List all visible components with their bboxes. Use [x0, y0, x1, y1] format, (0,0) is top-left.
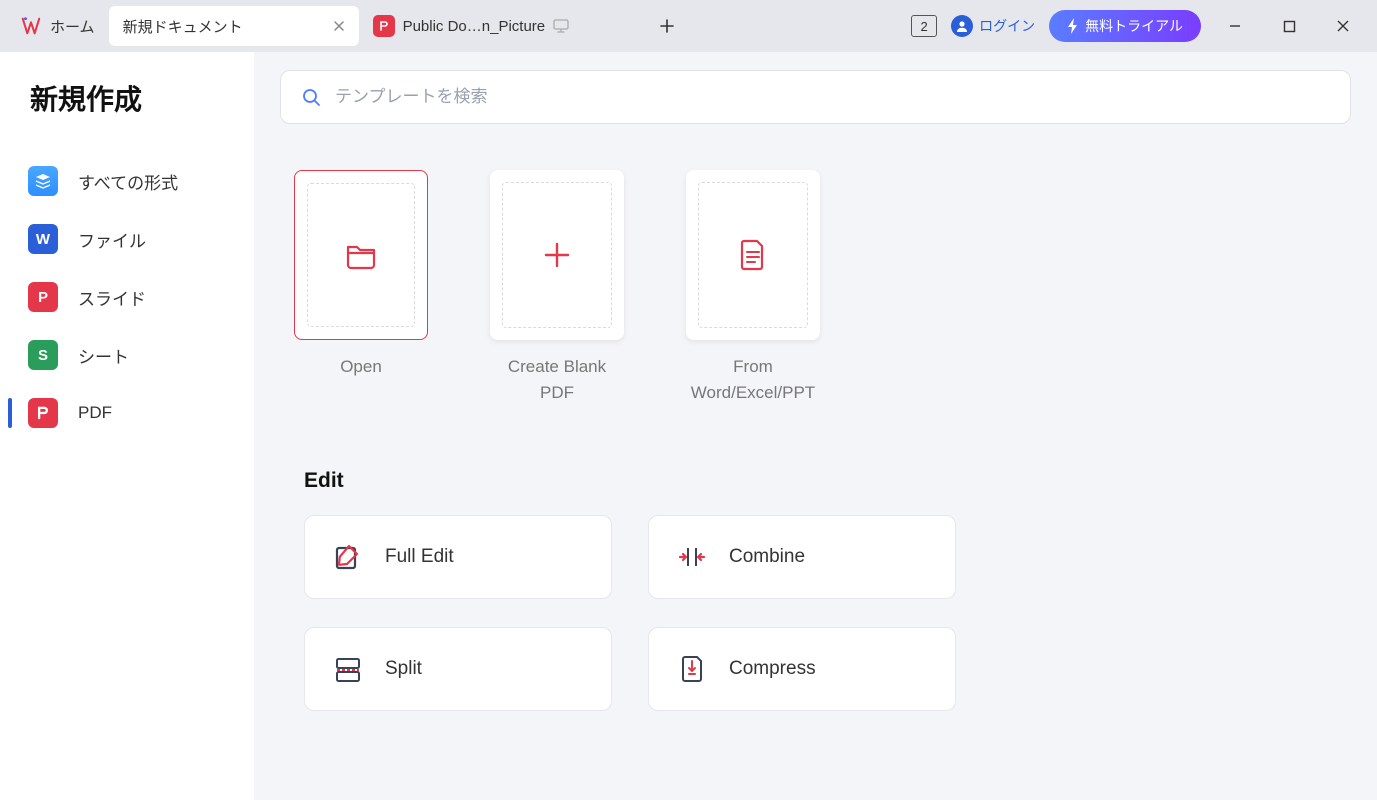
compress-icon — [677, 654, 707, 684]
close-icon[interactable] — [333, 20, 345, 32]
user-icon — [951, 15, 973, 37]
tool-grid: Full Edit Combine Split — [304, 515, 1367, 711]
tool-full-edit[interactable]: Full Edit — [304, 515, 612, 599]
tab-home-label: ホーム — [50, 16, 95, 37]
combine-icon — [677, 542, 707, 572]
tile-label: From Word/Excel/PPT — [686, 354, 820, 405]
tab-document[interactable]: Public Do…n_Picture — [359, 6, 609, 46]
pdf-icon — [28, 398, 58, 428]
tile-create-blank[interactable]: Create Blank PDF — [490, 170, 624, 405]
sidebar-item-label: すべての形式 — [78, 169, 178, 194]
tool-label: Split — [385, 658, 422, 680]
free-trial-button[interactable]: 無料トライアル — [1049, 10, 1201, 42]
sidebar: 新規作成 すべての形式 W ファイル P スライド S シート PDF — [0, 52, 254, 800]
tab-document-label: Public Do…n_Picture — [403, 18, 546, 35]
tool-label: Compress — [729, 658, 816, 680]
page-title: 新規作成 — [0, 78, 254, 152]
lightning-icon — [1067, 18, 1079, 34]
tile-label: Open — [294, 354, 428, 380]
wps-logo-icon — [20, 15, 42, 37]
tab-new-document[interactable]: 新規ドキュメント — [109, 6, 359, 46]
document-icon — [738, 238, 768, 272]
tool-label: Combine — [729, 546, 805, 568]
tile-open[interactable]: Open — [294, 170, 428, 405]
titlebar-right: 2 ログイン 無料トライアル — [911, 10, 1371, 42]
layers-icon — [28, 166, 58, 196]
tab-home[interactable]: ホーム — [6, 6, 109, 46]
window-minimize[interactable] — [1215, 12, 1255, 40]
add-tab-button[interactable] — [649, 8, 685, 44]
scroll-area[interactable]: Open Create Blank PDF — [258, 142, 1367, 800]
sidebar-item-slide[interactable]: P スライド — [0, 268, 254, 326]
sidebar-item-label: PDF — [78, 403, 112, 423]
presentation-icon — [553, 19, 569, 33]
sidebar-item-label: ファイル — [78, 227, 146, 252]
sidebar-item-all[interactable]: すべての形式 — [0, 152, 254, 210]
sidebar-item-sheet[interactable]: S シート — [0, 326, 254, 384]
login-label: ログイン — [979, 16, 1035, 36]
edit-icon — [333, 542, 363, 572]
tile-from-office[interactable]: From Word/Excel/PPT — [686, 170, 820, 405]
window-close[interactable] — [1323, 12, 1363, 40]
tile-label: Create Blank PDF — [490, 354, 624, 405]
tool-combine[interactable]: Combine — [648, 515, 956, 599]
sidebar-item-file[interactable]: W ファイル — [0, 210, 254, 268]
slide-icon: P — [28, 282, 58, 312]
sidebar-item-label: シート — [78, 343, 129, 368]
folder-icon — [343, 237, 379, 273]
tool-compress[interactable]: Compress — [648, 627, 956, 711]
search-input[interactable] — [335, 87, 1330, 107]
split-icon — [333, 654, 363, 684]
tab-new-document-label: 新規ドキュメント — [123, 16, 243, 37]
sidebar-item-pdf[interactable]: PDF — [0, 384, 254, 442]
login-button[interactable]: ログイン — [951, 15, 1035, 37]
word-icon: W — [28, 224, 58, 254]
sidebar-item-label: スライド — [78, 285, 146, 310]
tab-strip: ホーム 新規ドキュメント Public Do…n_Picture 2 ログイン — [0, 0, 1377, 52]
notification-badge[interactable]: 2 — [911, 15, 937, 37]
search-box[interactable] — [280, 70, 1351, 124]
content: Open Create Blank PDF — [254, 52, 1377, 800]
section-edit-title: Edit — [304, 469, 1367, 493]
tool-split[interactable]: Split — [304, 627, 612, 711]
plus-icon — [542, 240, 572, 270]
create-tiles: Open Create Blank PDF — [258, 142, 1367, 435]
sheet-icon: S — [28, 340, 58, 370]
search-icon — [301, 87, 321, 107]
window-maximize[interactable] — [1269, 12, 1309, 40]
notification-count: 2 — [921, 19, 928, 34]
free-trial-label: 無料トライアル — [1085, 16, 1183, 36]
pdf-icon — [373, 15, 395, 37]
tool-label: Full Edit — [385, 546, 454, 568]
